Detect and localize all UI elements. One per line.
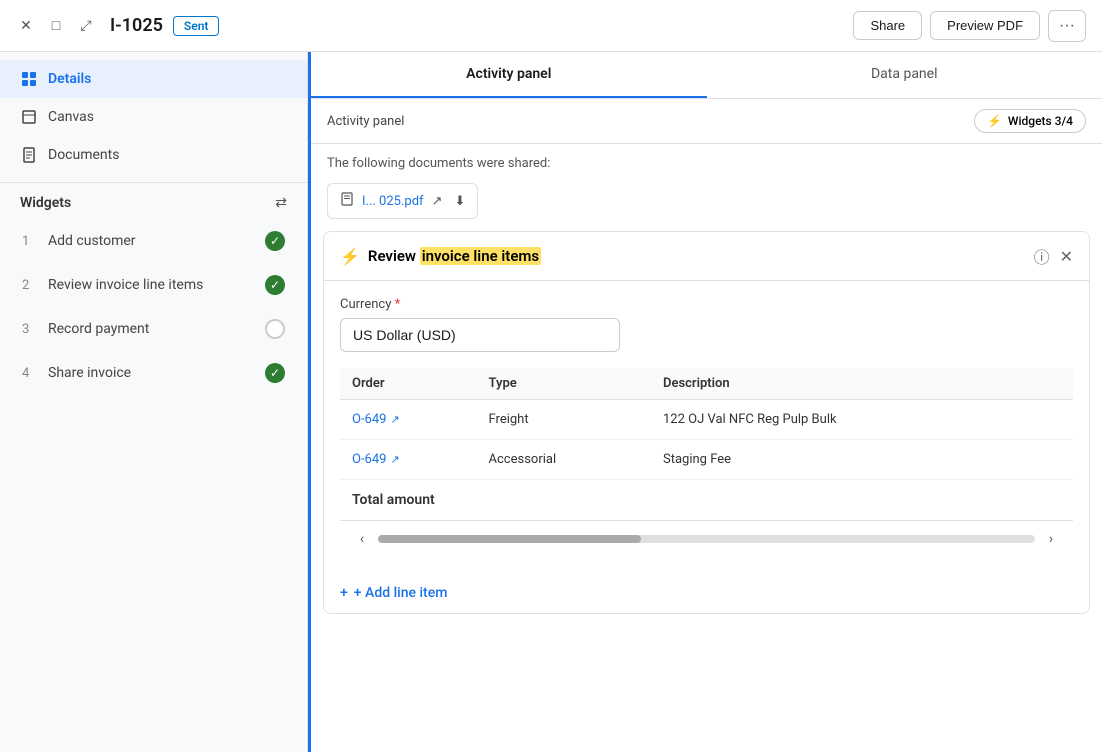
status-badge: Sent — [173, 16, 220, 36]
widget-num-4: 4 — [22, 366, 38, 381]
preview-pdf-button[interactable]: Preview PDF — [930, 11, 1040, 40]
sidebar-nav: Details Canvas — [0, 52, 307, 183]
canvas-icon — [20, 108, 38, 126]
description-cell-2: Staging Fee — [651, 440, 1027, 480]
col-header-extra — [1027, 368, 1073, 400]
plus-icon: + — [340, 585, 348, 601]
pdf-filename: I... 025.pdf — [362, 194, 424, 209]
widget-label-share-invoice: Share invoice — [48, 365, 255, 381]
widget-num-2: 2 — [22, 278, 38, 293]
pdf-link[interactable]: I... 025.pdf ↗ ⬇ — [327, 183, 478, 219]
col-header-order: Order — [340, 368, 477, 400]
order-cell: O-649 ↗ — [340, 400, 477, 440]
extra-cell-1 — [1027, 400, 1073, 440]
widgets-header: Widgets ⇄ — [0, 183, 307, 219]
scroll-thumb[interactable] — [378, 535, 641, 543]
activity-panel-label: Activity panel — [327, 114, 404, 129]
tab-data-panel[interactable]: Data panel — [707, 52, 1102, 98]
type-cell-1: Freight — [477, 400, 651, 440]
minimize-icon[interactable]: □ — [46, 16, 66, 36]
widget-check-share-invoice: ✓ — [265, 363, 285, 383]
review-invoice-widget-card: ⚡ Review invoice line items ⓘ ✕ — [323, 231, 1090, 614]
table-row: O-649 ↗ Accessorial Staging Fee — [340, 440, 1073, 480]
widget-label-review-invoice: Review invoice line items — [48, 277, 255, 293]
widget-check-record-payment — [265, 319, 285, 339]
widgets-title: Widgets — [20, 195, 71, 211]
widget-item-review-invoice[interactable]: 2 Review invoice line items ✓ — [8, 263, 299, 307]
grid-icon — [20, 70, 38, 88]
sidebar-item-documents-label: Documents — [48, 147, 119, 163]
widget-label-add-customer: Add customer — [48, 233, 255, 249]
col-header-description: Description — [651, 368, 1027, 400]
invoice-id: I-1025 — [110, 15, 163, 36]
widget-card-header-icons: ⓘ ✕ — [1034, 244, 1073, 268]
sidebar-item-canvas[interactable]: Canvas — [0, 98, 307, 136]
extra-cell-2 — [1027, 440, 1073, 480]
pdf-icon — [340, 192, 354, 210]
total-amount-label: Total amount — [340, 480, 1073, 521]
widget-num-1: 1 — [22, 234, 38, 249]
widget-card-header: ⚡ Review invoice line items ⓘ ✕ — [324, 232, 1089, 281]
widget-label-record-payment: Record payment — [48, 321, 255, 337]
total-row: Total amount — [340, 480, 1073, 521]
widget-list: 1 Add customer ✓ 2 Review invoice line i… — [0, 219, 307, 395]
widget-item-share-invoice[interactable]: 4 Share invoice ✓ — [8, 351, 299, 395]
panel-tabs: Activity panel Data panel — [311, 52, 1102, 99]
widgets-sort-button[interactable]: ⇄ — [275, 195, 287, 211]
info-icon[interactable]: ⓘ — [1034, 244, 1050, 268]
sidebar-item-canvas-label: Canvas — [48, 109, 94, 125]
description-cell-1: 122 OJ Val NFC Reg Pulp Bulk — [651, 400, 1027, 440]
close-icon[interactable]: ✕ — [16, 16, 36, 36]
widget-item-add-customer[interactable]: 1 Add customer ✓ — [8, 219, 299, 263]
widget-bolt-icon: ⚡ — [340, 247, 360, 266]
bolt-icon: ⚡ — [987, 114, 1002, 128]
app-window: ✕ □ ⤢ I-1025 Sent Share Preview PDF ··· — [0, 0, 1102, 752]
order-link-1[interactable]: O-649 ↗ — [352, 412, 465, 427]
scroll-left-arrow[interactable]: ‹ — [352, 529, 372, 549]
scroll-track[interactable] — [378, 535, 1035, 543]
external-link-icon-1: ↗ — [390, 413, 399, 426]
widget-item-record-payment[interactable]: 3 Record payment — [8, 307, 299, 351]
window-controls: ✕ □ ⤢ — [16, 16, 96, 36]
topbar: ✕ □ ⤢ I-1025 Sent Share Preview PDF ··· — [0, 0, 1102, 52]
download-icon[interactable]: ⬇ — [454, 194, 465, 209]
external-link-icon-2: ↗ — [390, 453, 399, 466]
sidebar-item-documents[interactable]: Documents — [0, 136, 307, 174]
shared-documents-text: The following documents were shared: — [311, 144, 1102, 179]
sidebar: Details Canvas — [0, 52, 308, 752]
widget-num-3: 3 — [22, 322, 38, 337]
tab-activity-panel[interactable]: Activity panel — [311, 52, 707, 98]
external-link-icon[interactable]: ↗ — [432, 194, 443, 209]
close-card-icon[interactable]: ✕ — [1060, 247, 1073, 266]
order-cell-2: O-649 ↗ — [340, 440, 477, 480]
share-button[interactable]: Share — [853, 11, 922, 40]
activity-subbar: Activity panel ⚡ Widgets 3/4 — [311, 99, 1102, 144]
widget-check-add-customer: ✓ — [265, 231, 285, 251]
required-indicator: * — [395, 297, 401, 312]
add-line-item-button[interactable]: + + Add line item — [324, 573, 1089, 613]
col-header-type: Type — [477, 368, 651, 400]
table-row: O-649 ↗ Freight 122 OJ Val NFC Reg Pulp … — [340, 400, 1073, 440]
line-items-table: Order Type Description — [340, 368, 1073, 520]
sidebar-item-details-label: Details — [48, 71, 91, 87]
more-options-button[interactable]: ··· — [1048, 10, 1086, 42]
type-cell-2: Accessorial — [477, 440, 651, 480]
horizontal-scroll-bar[interactable]: ‹ › — [340, 520, 1073, 557]
expand-icon[interactable]: ⤢ — [76, 16, 96, 36]
widget-check-review-invoice: ✓ — [265, 275, 285, 295]
documents-icon — [20, 146, 38, 164]
widget-card-title: Review invoice line items — [368, 247, 1034, 265]
topbar-actions: Share Preview PDF ··· — [853, 10, 1086, 42]
currency-label: Currency * — [340, 297, 1073, 312]
currency-input[interactable] — [340, 318, 620, 352]
main-layout: Details Canvas — [0, 52, 1102, 752]
widgets-counter-button[interactable]: ⚡ Widgets 3/4 — [974, 109, 1086, 133]
order-link-2[interactable]: O-649 ↗ — [352, 452, 465, 467]
activity-content[interactable]: Activity panel ⚡ Widgets 3/4 The followi… — [311, 99, 1102, 752]
scroll-right-arrow[interactable]: › — [1041, 529, 1061, 549]
sidebar-item-details[interactable]: Details — [0, 60, 307, 98]
widget-card-body: Currency * Order Type Description — [324, 281, 1089, 573]
right-panel: Activity panel Data panel Activity panel… — [311, 52, 1102, 752]
